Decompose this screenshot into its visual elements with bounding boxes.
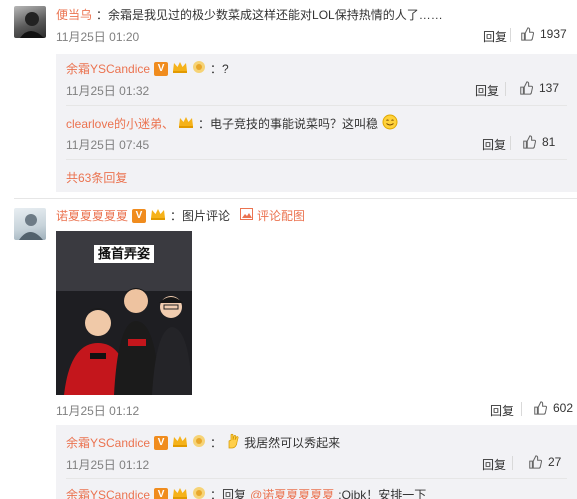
crown-icon xyxy=(150,207,166,224)
comment-text: ：余霜是我见过的极少数菜成这样还能对LOL保持热情的人了…… xyxy=(96,8,443,22)
thumb-up-icon xyxy=(521,27,534,41)
divider xyxy=(66,478,567,479)
comment-text: ：图片评论 xyxy=(170,209,231,223)
like-button[interactable]: 602 xyxy=(533,401,573,415)
more-replies-link[interactable]: 共63条回复 xyxy=(66,169,127,186)
reply-author[interactable]: 余霜YSCandice xyxy=(66,434,150,451)
smiley-emoji-icon xyxy=(382,114,398,133)
view-image-link[interactable]: 评论配图 xyxy=(257,207,305,224)
comment-author[interactable]: 诺夏夏夏夏夏 xyxy=(56,207,128,224)
like-count: 137 xyxy=(539,81,560,95)
mention-link[interactable]: @诺夏夏夏夏夏 xyxy=(250,486,334,499)
membership-icon xyxy=(192,434,206,451)
image-caption: 搔首弄姿 xyxy=(97,246,150,261)
crown-icon xyxy=(172,434,188,451)
thumb-up-icon xyxy=(523,135,536,149)
verified-v-icon: V xyxy=(154,487,169,499)
like-count: 81 xyxy=(542,135,556,149)
like-count: 1937 xyxy=(540,27,567,41)
avatar[interactable] xyxy=(14,208,46,240)
reply-button[interactable]: 回复 xyxy=(482,136,506,153)
verified-v-icon: V xyxy=(154,435,169,450)
verified-v-icon: V xyxy=(132,208,147,223)
reply-button[interactable]: 回复 xyxy=(490,402,514,419)
crown-icon xyxy=(172,486,188,499)
divider xyxy=(66,105,567,106)
divider xyxy=(505,82,506,96)
reply-timestamp: 11月25日 07:45 xyxy=(66,138,150,152)
thumb-up-icon xyxy=(520,81,533,95)
ok-hand-emoji-icon xyxy=(226,433,240,452)
reply-timestamp: 11月25日 01:12 xyxy=(66,458,150,472)
membership-icon xyxy=(192,486,206,499)
like-count: 27 xyxy=(548,455,562,469)
crown-icon xyxy=(178,115,194,132)
divider xyxy=(510,136,511,150)
verified-v-icon: V xyxy=(154,61,169,76)
thumb-up-icon xyxy=(534,401,547,415)
comment-timestamp: 11月25日 01:20 xyxy=(56,30,140,44)
crown-icon xyxy=(172,60,188,77)
divider xyxy=(512,456,513,470)
like-button[interactable]: 27 xyxy=(528,455,561,469)
reply-text: :Ojbk！安排一下 xyxy=(338,488,427,499)
reply-text: 我居然可以秀起来 xyxy=(244,436,341,450)
divider xyxy=(510,28,511,42)
comment-image[interactable]: 搔首弄姿 xyxy=(56,231,192,395)
reply-button[interactable]: 回复 xyxy=(483,28,507,45)
picture-icon xyxy=(240,208,254,223)
thumb-up-icon xyxy=(529,455,542,469)
membership-icon xyxy=(192,60,206,77)
divider xyxy=(66,159,567,160)
comment-author[interactable]: 便当乌 xyxy=(56,6,92,23)
reply-author[interactable]: 余霜YSCandice xyxy=(66,486,150,499)
reply-button[interactable]: 回复 xyxy=(475,82,499,99)
like-count: 602 xyxy=(553,401,574,415)
reply-text: ：电子竞技的事能说菜吗？这叫稳 xyxy=(198,117,379,131)
reply-author[interactable]: clearlove的小迷弟、 xyxy=(66,115,174,132)
reply-button[interactable]: 回复 xyxy=(482,456,506,473)
reply-text: ：? xyxy=(210,62,229,76)
comment-timestamp: 11月25日 01:12 xyxy=(56,404,140,418)
reply-text-prefix: ：回复 xyxy=(210,488,247,499)
reply-author[interactable]: 余霜YSCandice xyxy=(66,60,150,77)
like-button[interactable]: 1937 xyxy=(520,27,567,41)
divider xyxy=(521,402,522,416)
like-button[interactable]: 81 xyxy=(522,135,555,149)
avatar[interactable] xyxy=(14,6,46,38)
reply-timestamp: 11月25日 01:32 xyxy=(66,84,150,98)
like-button[interactable]: 137 xyxy=(519,81,559,95)
divider xyxy=(14,198,577,199)
